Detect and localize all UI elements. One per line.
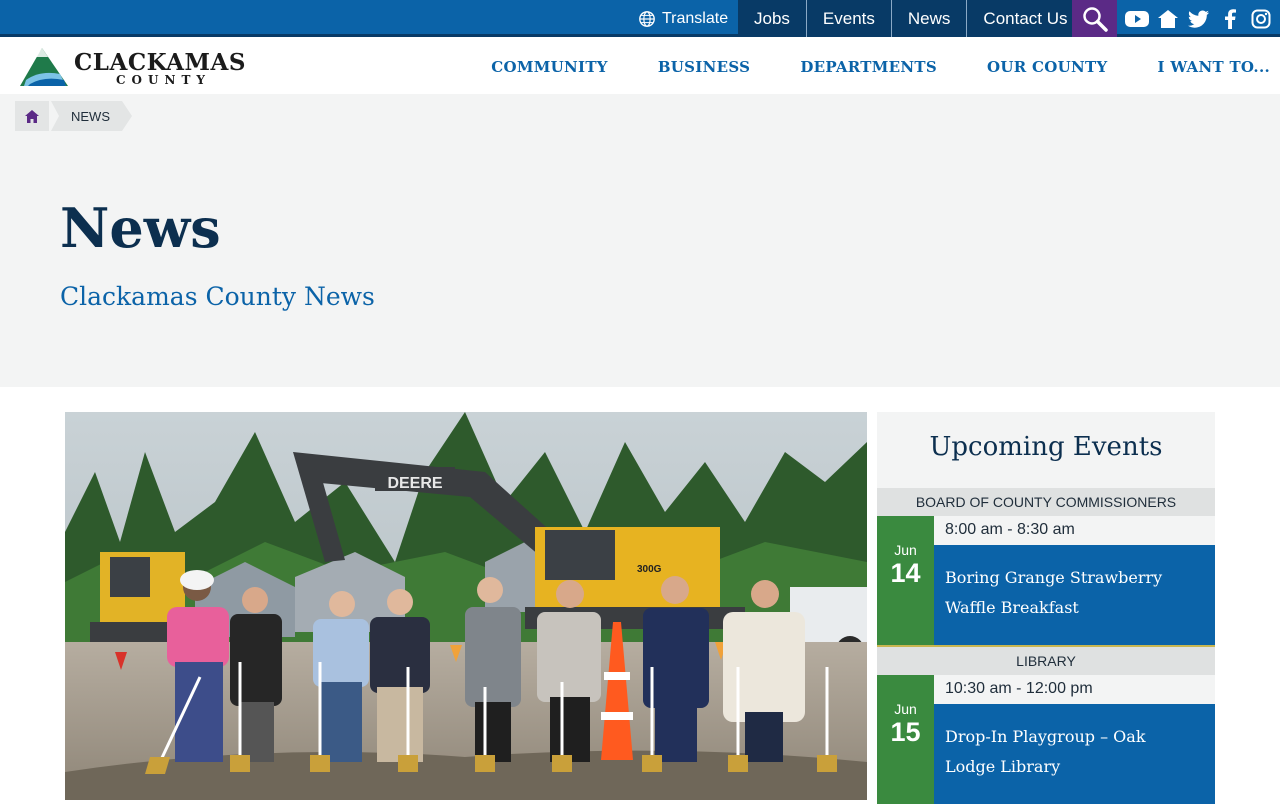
home-icon bbox=[25, 109, 39, 123]
instagram-icon[interactable] bbox=[1248, 6, 1274, 32]
youtube-icon[interactable] bbox=[1124, 6, 1150, 32]
page-subtitle: Clackamas County News bbox=[60, 282, 375, 311]
page-hero: NEWS News Clackamas County News bbox=[0, 94, 1280, 387]
home-icon[interactable] bbox=[1155, 6, 1181, 32]
nav-departments[interactable]: DEPARTMENTS bbox=[800, 58, 937, 76]
site-header: CLACKAMAS COUNTY COMMUNITY BUSINESS DEPA… bbox=[0, 40, 1280, 94]
featured-news-photo[interactable]: DEERE 300G bbox=[65, 412, 867, 800]
facebook-icon[interactable] bbox=[1217, 6, 1243, 32]
event-date-badge: Jun 15 bbox=[877, 675, 934, 804]
groundbreaking-photo: DEERE 300G bbox=[65, 412, 867, 800]
county-logo[interactable]: CLACKAMAS COUNTY bbox=[20, 46, 272, 88]
nav-i-want-to[interactable]: I WANT TO... bbox=[1158, 58, 1270, 76]
util-link-news[interactable]: News bbox=[892, 0, 968, 37]
breadcrumb: NEWS bbox=[15, 101, 132, 131]
page-title: News bbox=[60, 196, 221, 260]
excavator-model-label: 300G bbox=[637, 564, 662, 575]
logo-text: CLACKAMAS bbox=[74, 49, 246, 76]
upcoming-events-panel: Upcoming Events BOARD OF COUNTY COMMISSI… bbox=[877, 412, 1215, 804]
breadcrumb-current[interactable]: NEWS bbox=[51, 101, 132, 131]
event-time: 8:00 am - 8:30 am bbox=[934, 516, 1215, 545]
twitter-icon[interactable] bbox=[1186, 6, 1212, 32]
search-icon bbox=[1082, 6, 1108, 32]
util-link-events[interactable]: Events bbox=[807, 0, 892, 37]
social-links bbox=[1117, 0, 1280, 37]
event-title-link[interactable]: Boring Grange Strawberry Waffle Breakfas… bbox=[934, 545, 1215, 645]
event-item[interactable]: LIBRARY Jun 15 10:30 am - 12:00 pm Drop-… bbox=[877, 647, 1215, 806]
events-title: Upcoming Events bbox=[929, 432, 1163, 462]
event-day: 14 bbox=[890, 558, 921, 588]
event-category: LIBRARY bbox=[877, 647, 1215, 675]
event-title-link[interactable]: Drop-In Playgroup – Oak Lodge Library bbox=[934, 704, 1215, 804]
breadcrumb-home[interactable] bbox=[15, 101, 49, 131]
event-month: Jun bbox=[894, 542, 917, 558]
translate-label: Translate bbox=[662, 9, 729, 27]
logo-subtext: COUNTY bbox=[116, 73, 211, 87]
utility-nav: Jobs Events News Contact Us bbox=[738, 0, 1084, 37]
nav-our-county[interactable]: OUR COUNTY bbox=[987, 58, 1108, 76]
mountain-logo-icon bbox=[20, 48, 68, 86]
event-date-badge: Jun 14 bbox=[877, 516, 934, 645]
event-category: BOARD OF COUNTY COMMISSIONERS bbox=[877, 488, 1215, 516]
main-nav: COMMUNITY BUSINESS DEPARTMENTS OUR COUNT… bbox=[441, 40, 1270, 94]
util-link-jobs[interactable]: Jobs bbox=[738, 0, 807, 37]
globe-icon bbox=[639, 10, 655, 27]
util-link-contact[interactable]: Contact Us bbox=[967, 0, 1083, 37]
utility-bar: Translate Jobs Events News Contact Us bbox=[0, 0, 1280, 37]
event-item[interactable]: BOARD OF COUNTY COMMISSIONERS Jun 14 8:0… bbox=[877, 488, 1215, 647]
translate-button[interactable]: Translate bbox=[632, 0, 738, 37]
excavator-brand-label: DEERE bbox=[387, 475, 442, 492]
event-time: 10:30 am - 12:00 pm bbox=[934, 675, 1215, 704]
event-day: 15 bbox=[890, 717, 921, 747]
nav-business[interactable]: BUSINESS bbox=[658, 58, 751, 76]
nav-community[interactable]: COMMUNITY bbox=[491, 58, 608, 76]
event-month: Jun bbox=[894, 701, 917, 717]
search-button[interactable] bbox=[1072, 0, 1117, 37]
